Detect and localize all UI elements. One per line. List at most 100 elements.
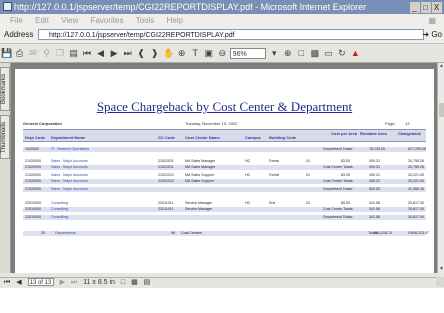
page-size-label: 11 x 8.5 in: [83, 279, 115, 286]
navigation-pane: Bookmarks Thumbnails: [0, 63, 11, 273]
scroll-down-icon[interactable]: ▼: [438, 266, 444, 273]
last-page-icon[interactable]: ⏭: [123, 44, 133, 62]
table-cell: Department Totals:: [323, 147, 354, 151]
menu-file[interactable]: File: [10, 16, 23, 25]
bookmarks-tab[interactable]: Bookmarks: [0, 67, 10, 111]
scroll-thumb[interactable]: [439, 103, 444, 117]
actual-size-icon[interactable]: □: [296, 44, 306, 62]
table-cell: Consulting: [51, 207, 68, 211]
maximize-button[interactable]: □: [421, 2, 431, 13]
report-title: Space Chargeback by Cost Center & Depart…: [96, 99, 353, 114]
print-icon[interactable]: ⎙: [15, 44, 25, 62]
table-cell: 76,133.00: [369, 147, 385, 151]
prev-page-status-icon[interactable]: ◀: [16, 278, 21, 288]
search-icon[interactable]: ⚲: [42, 44, 52, 62]
table-cell: 22010000: [25, 207, 41, 211]
window-controls: _ □ X: [409, 1, 442, 14]
menu-view[interactable]: View: [61, 16, 78, 25]
acrobat-logo-icon: ▲: [350, 48, 360, 58]
window-title: http://127.0.0.1/jspserver/temp/CGI22REP…: [14, 2, 367, 12]
table-cell: 9,608,223.47: [408, 231, 429, 235]
go-label: Go: [431, 30, 442, 39]
snapshot-icon[interactable]: ▣: [204, 44, 214, 62]
hand-tool-icon[interactable]: ✋: [163, 44, 174, 62]
go-arrow-icon: ➜: [422, 30, 430, 39]
facing-pages-icon[interactable]: ▤: [144, 278, 151, 288]
table-cell: Cost Centers: [181, 231, 202, 235]
zoom-dropdown-icon[interactable]: ▾: [269, 44, 279, 62]
table-cell: 21021012: [158, 173, 174, 177]
zoom-plus-icon[interactable]: ⊕: [283, 44, 293, 62]
back-view-icon[interactable]: ❰: [136, 44, 146, 62]
single-page-icon[interactable]: □: [121, 278, 125, 288]
zoom-out-icon[interactable]: ⊖: [217, 44, 227, 62]
menu-help[interactable]: Help: [167, 16, 183, 25]
close-button[interactable]: X: [432, 2, 442, 13]
table-cell: MA Sales Manager: [185, 159, 216, 163]
next-page-status-icon[interactable]: ▶: [60, 278, 65, 288]
address-bar: Address http://127.0.0.1/jspserver/temp/…: [0, 27, 444, 44]
table-cell: 21020000: [25, 179, 41, 183]
save-icon[interactable]: 💾: [1, 44, 12, 62]
scroll-up-icon[interactable]: ▲: [438, 63, 444, 70]
col-building-code: Building Code: [269, 135, 297, 140]
pages-icon[interactable]: ▤: [69, 44, 79, 62]
vertical-scrollbar[interactable]: ▲ ▼: [437, 63, 444, 273]
table-cell: 22010000: [25, 215, 41, 219]
subtotal-row: 21020000 Sales - Major Accounts 21021012 MA…: [23, 179, 426, 184]
table-cell: Service Manager: [185, 207, 213, 211]
col-dept-code: Dept Code: [25, 135, 45, 140]
table-cell: 400.22: [369, 179, 380, 183]
table-cell: Erie: [269, 201, 276, 205]
zoom-in-icon[interactable]: ⊕: [177, 44, 187, 62]
table-cell: Department Totals:: [323, 187, 354, 191]
menu-tools[interactable]: Tools: [136, 16, 155, 25]
table-cell: HC: [245, 201, 251, 205]
table-cell: HC: [245, 159, 251, 163]
table-row: 22010000 Consulting 22011011 Service Manage…: [23, 201, 426, 206]
col-department-name: Department Name: [51, 135, 86, 140]
table-cell: 20,221.09: [408, 179, 424, 183]
first-page-status-icon[interactable]: ⏮: [4, 278, 10, 288]
fit-page-icon[interactable]: ▩: [310, 44, 320, 62]
forward-view-icon[interactable]: ❱: [150, 44, 160, 62]
first-page-icon[interactable]: ⏮: [82, 44, 92, 62]
menu-edit[interactable]: Edit: [35, 16, 49, 25]
col-campus: Campus: [245, 135, 261, 140]
minimize-button[interactable]: _: [410, 2, 420, 13]
subtotal-row: 1000000 IT - Network Operations Department…: [23, 147, 426, 152]
table-cell: MA Sales Support: [185, 179, 214, 183]
table-cell: 341.58: [369, 201, 380, 205]
address-input[interactable]: http://127.0.0.1/jspserver/temp/CGI22REP…: [38, 29, 424, 40]
table-cell: Sales - Major Accounts: [51, 173, 88, 177]
copy-icon[interactable]: ❐: [55, 44, 65, 62]
table-cell: 20,755.26: [408, 159, 424, 163]
page-label: Page:: [385, 121, 396, 126]
table-cell: 25,617.00: [408, 215, 424, 219]
text-select-icon[interactable]: T: [190, 44, 200, 62]
continuous-page-icon[interactable]: ▦: [131, 278, 138, 288]
table-cell: $3.00: [341, 173, 350, 177]
menu-favorites[interactable]: Favorites: [91, 16, 124, 25]
page-number-field[interactable]: 13 of 13: [27, 278, 54, 287]
next-page-icon[interactable]: ▶: [109, 44, 119, 62]
prev-page-icon[interactable]: ◀: [96, 44, 106, 62]
table-cell: 01: [306, 159, 310, 163]
col-cost-per-area: Cost per Area: [331, 131, 358, 136]
thumbnails-tab[interactable]: Thumbnails: [0, 115, 10, 159]
zoom-field[interactable]: 96%: [229, 48, 266, 60]
table-cell: 21021012: [158, 179, 174, 183]
report-date: Tuesday, November 19, 2002: [185, 121, 238, 126]
fit-width-icon[interactable]: ▭: [323, 44, 333, 62]
rotate-icon[interactable]: ↻: [337, 44, 347, 62]
pdf-toolbar: 💾 ⎙ ✉ ⚲ ❐ ▤ ⏮ ◀ ▶ ⏭ ❰ ❱ ✋ ⊕ T ▣ ⊖ 96% ▾ …: [0, 44, 444, 63]
email-icon[interactable]: ✉: [28, 44, 38, 62]
table-cell: 400.22: [369, 173, 380, 177]
table-cell: 25: [41, 231, 45, 235]
resize-grip[interactable]: [436, 277, 444, 287]
table-cell: 22011011: [158, 201, 174, 205]
last-page-status-icon[interactable]: ⏭: [71, 278, 77, 288]
go-button[interactable]: ➜ Go: [422, 27, 442, 43]
table-cell: 234,418.74: [374, 231, 392, 235]
table-row: 21020000 Sales - Major Accounts 21021011 MA…: [23, 159, 426, 164]
